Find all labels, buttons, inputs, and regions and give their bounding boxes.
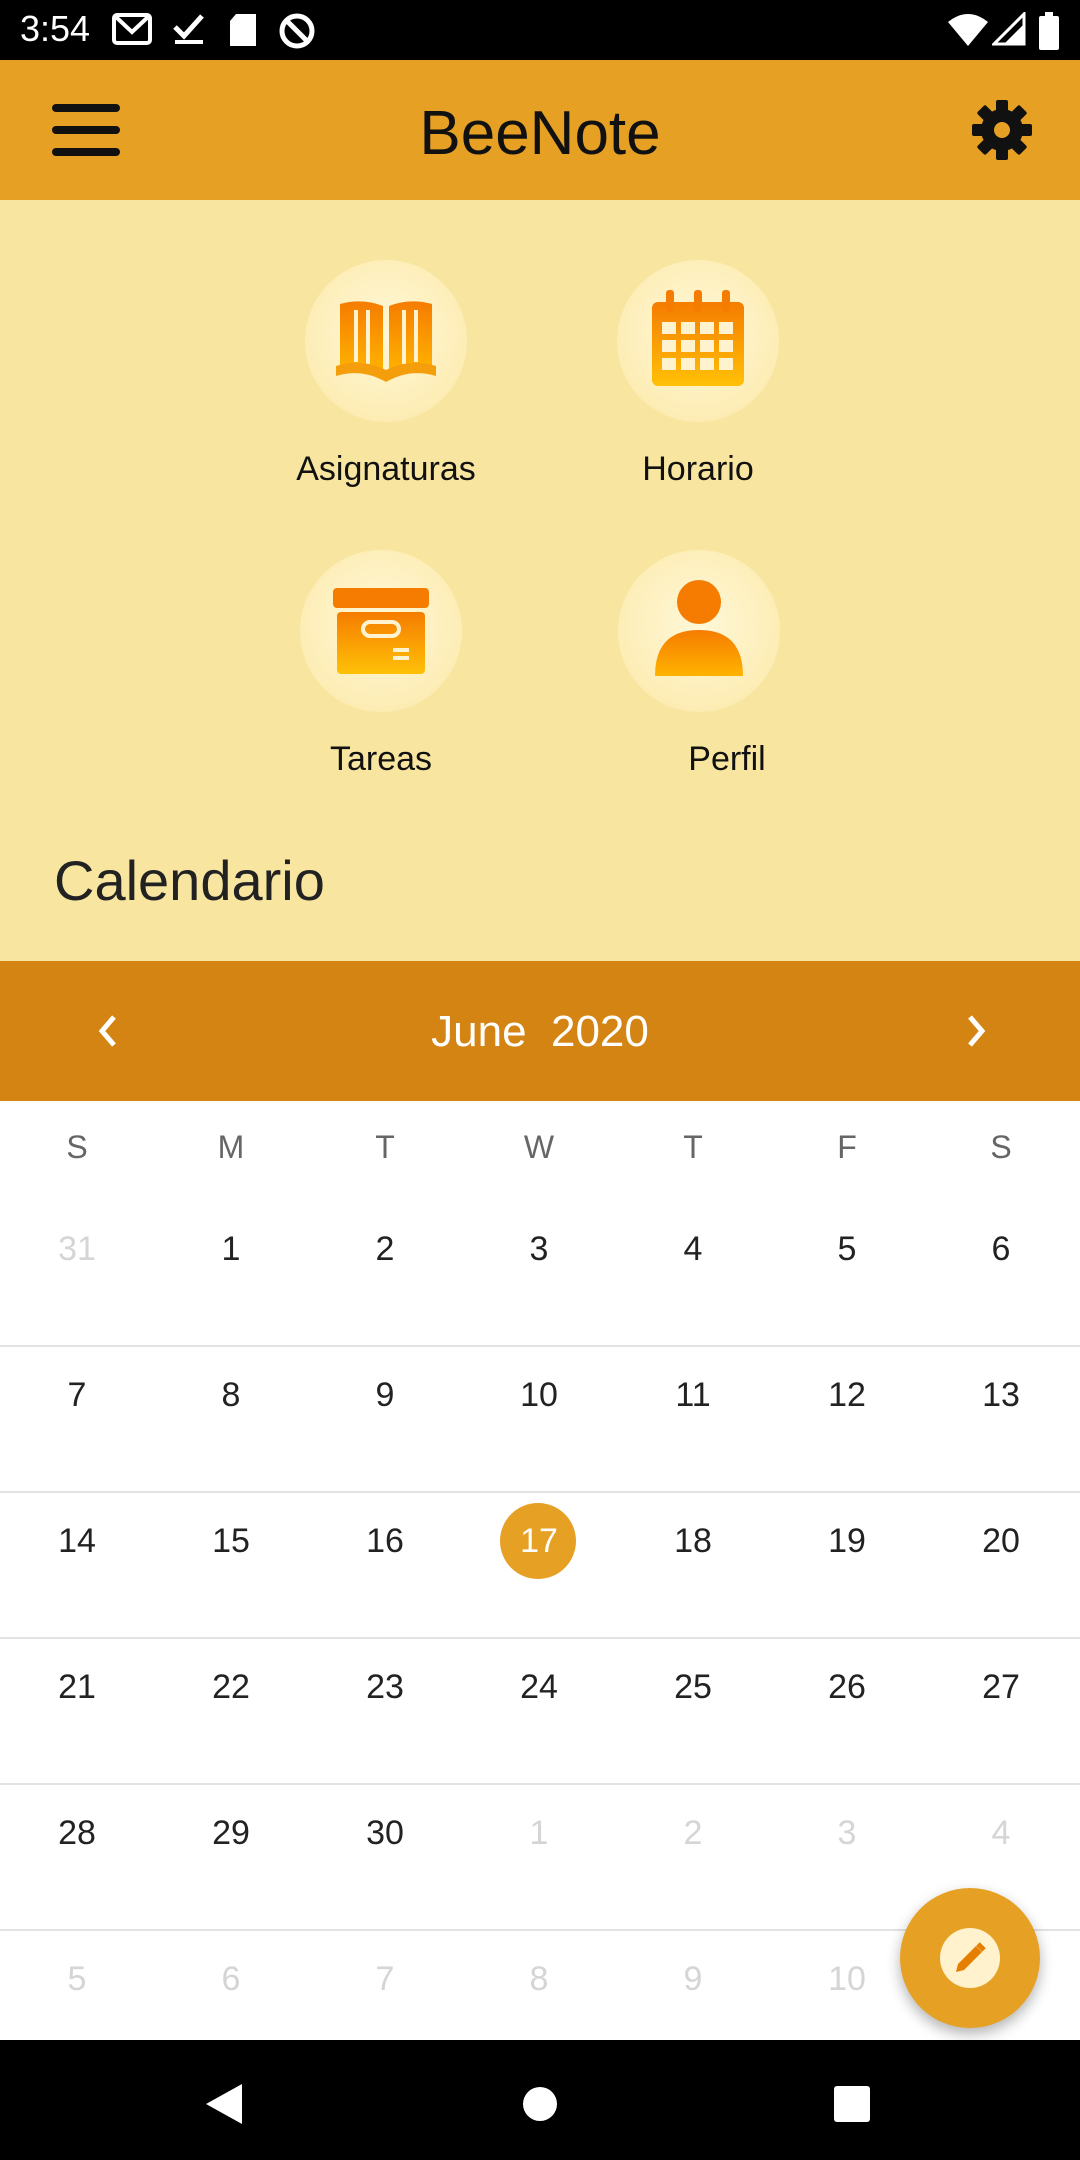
- battery-icon: [1039, 12, 1059, 50]
- calendar-day[interactable]: 19: [770, 1522, 924, 1561]
- calendar-day[interactable]: 16: [308, 1522, 462, 1561]
- back-icon[interactable]: [204, 2082, 244, 2126]
- shortcut-panel: Asignaturas Horario Tareas Perfil Calend…: [0, 200, 1080, 961]
- weekday-label: S: [990, 1129, 1012, 1165]
- gmail-icon: [112, 13, 152, 45]
- calendar-day[interactable]: 11: [616, 1376, 770, 1415]
- shortcut-tareas[interactable]: Tareas: [251, 550, 511, 779]
- calendar-day[interactable]: 7: [0, 1376, 154, 1415]
- calendar-day[interactable]: 20: [924, 1522, 1078, 1561]
- calendar-day[interactable]: 12: [770, 1376, 924, 1415]
- row-divider: [0, 1491, 1080, 1493]
- calendar-day[interactable]: 27: [924, 1668, 1078, 1707]
- calendar-day[interactable]: 21: [0, 1668, 154, 1707]
- calendar-day[interactable]: 23: [308, 1668, 462, 1707]
- wifi-icon: [948, 14, 988, 46]
- chevron-right-icon[interactable]: [956, 1009, 996, 1053]
- status-time: 3:54: [20, 8, 91, 49]
- recents-icon[interactable]: [832, 2084, 872, 2124]
- calendar-day-other-month[interactable]: 6: [154, 1960, 308, 1999]
- calendar-day-other-month[interactable]: 7: [308, 1960, 462, 1999]
- calendar-day-other-month[interactable]: 9: [616, 1960, 770, 1999]
- calendar-day[interactable]: 4: [616, 1230, 770, 1269]
- system-nav-bar: [0, 2040, 1080, 2160]
- shortcut-label: Horario: [642, 450, 754, 488]
- calendar-day[interactable]: 26: [770, 1668, 924, 1707]
- calendar-day-other-month[interactable]: 3: [770, 1814, 924, 1853]
- add-note-fab-button[interactable]: [900, 1888, 1040, 2028]
- calendar-day-other-month[interactable]: 4: [924, 1814, 1078, 1853]
- calendar-day-other-month[interactable]: 5: [0, 1960, 154, 1999]
- calendar-day[interactable]: 8: [154, 1376, 308, 1415]
- row-divider: [0, 1637, 1080, 1639]
- shortcut-horario[interactable]: Horario: [568, 260, 828, 489]
- weekday-label: M: [217, 1129, 245, 1165]
- pencil-edit-icon: [956, 1942, 986, 1972]
- status-bar: 3:54: [0, 0, 1080, 60]
- calendar-heading: Calendario: [54, 849, 325, 912]
- calendar-day[interactable]: 6: [924, 1230, 1078, 1269]
- weekday-label: S: [66, 1129, 88, 1165]
- book-icon: [336, 301, 436, 382]
- person-icon: [655, 580, 743, 676]
- calendar-day[interactable]: 24: [462, 1668, 616, 1707]
- calendar-icon: [652, 290, 744, 386]
- app-title: BeeNote: [419, 99, 661, 168]
- weekday-header: S M T W T F S: [0, 1101, 1080, 1201]
- shortcut-label: Perfil: [688, 740, 766, 778]
- weekday-label: W: [523, 1129, 555, 1165]
- row-divider: [0, 1345, 1080, 1347]
- calendar-day[interactable]: 14: [0, 1522, 154, 1561]
- weekday-label: F: [837, 1129, 857, 1165]
- calendar-day[interactable]: 29: [154, 1814, 308, 1853]
- month-header: June 2020: [0, 961, 1080, 1101]
- calendar-day-other-month[interactable]: 8: [462, 1960, 616, 1999]
- calendar-day[interactable]: 10: [462, 1376, 616, 1415]
- calendar-day[interactable]: 28: [0, 1814, 154, 1853]
- gear-icon[interactable]: [970, 98, 1034, 162]
- home-icon[interactable]: [520, 2084, 560, 2124]
- shortcut-label: Asignaturas: [296, 450, 476, 488]
- calendar-day[interactable]: 18: [616, 1522, 770, 1561]
- month-label: June 2020: [431, 1007, 649, 1056]
- calendar-day-other-month[interactable]: 1: [462, 1814, 616, 1853]
- sd-card-icon: [230, 14, 256, 46]
- app-bar: BeeNote: [0, 60, 1080, 200]
- calendar-day[interactable]: 3: [462, 1230, 616, 1269]
- calendar-day[interactable]: 5: [770, 1230, 924, 1269]
- calendar-day[interactable]: 15: [154, 1522, 308, 1561]
- calendar-day[interactable]: 2: [308, 1230, 462, 1269]
- archive-box-icon: [333, 588, 429, 674]
- signal-icon: [992, 12, 1026, 46]
- data-saver-icon: [279, 13, 315, 49]
- calendar-day[interactable]: 22: [154, 1668, 308, 1707]
- weekday-label: T: [683, 1129, 703, 1165]
- calendar-day[interactable]: 9: [308, 1376, 462, 1415]
- shortcut-perfil[interactable]: Perfil: [576, 550, 836, 779]
- shortcut-label: Tareas: [329, 740, 433, 778]
- calendar-day-other-month[interactable]: 2: [616, 1814, 770, 1853]
- calendar-day[interactable]: 13: [924, 1376, 1078, 1415]
- calendar-day[interactable]: 30: [308, 1814, 462, 1853]
- calendar-day[interactable]: 25: [616, 1668, 770, 1707]
- check-icon: [173, 14, 204, 44]
- calendar-day-other-month[interactable]: 31: [0, 1230, 154, 1269]
- shortcut-asignaturas[interactable]: Asignaturas: [256, 260, 516, 489]
- calendar-day[interactable]: 1: [154, 1230, 308, 1269]
- weekday-label: T: [375, 1129, 395, 1165]
- calendar-day-selected[interactable]: 17: [462, 1522, 616, 1561]
- row-divider: [0, 1783, 1080, 1785]
